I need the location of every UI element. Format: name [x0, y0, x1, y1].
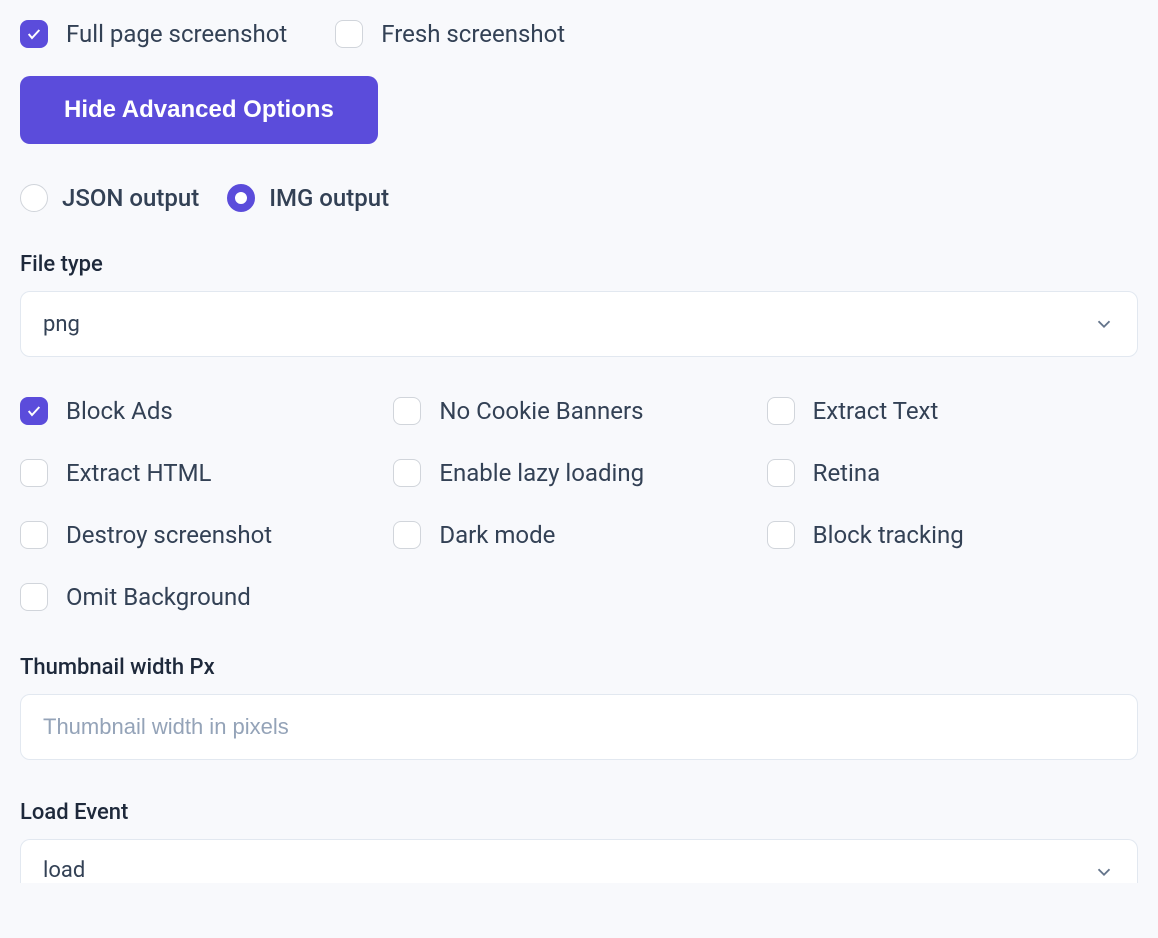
- enable-lazy-loading-option[interactable]: Enable lazy loading: [393, 459, 746, 487]
- extract-text-checkbox[interactable]: [767, 397, 795, 425]
- dark-mode-option[interactable]: Dark mode: [393, 521, 746, 549]
- omit-background-option[interactable]: Omit Background: [20, 583, 373, 611]
- extract-text-label: Extract Text: [813, 397, 939, 425]
- omit-background-checkbox[interactable]: [20, 583, 48, 611]
- extract-text-option[interactable]: Extract Text: [767, 397, 1120, 425]
- json-output-label: JSON output: [62, 184, 199, 212]
- load-event-section: Load Event load: [20, 800, 1138, 883]
- file-type-section: File type png: [20, 252, 1138, 357]
- file-type-select[interactable]: png: [20, 291, 1138, 357]
- destroy-screenshot-checkbox[interactable]: [20, 521, 48, 549]
- dark-mode-checkbox[interactable]: [393, 521, 421, 549]
- block-tracking-checkbox[interactable]: [767, 521, 795, 549]
- thumbnail-width-label: Thumbnail width Px: [20, 655, 1138, 680]
- extract-html-label: Extract HTML: [66, 459, 211, 487]
- block-ads-label: Block Ads: [66, 397, 173, 425]
- json-output-radio[interactable]: [20, 184, 48, 212]
- retina-label: Retina: [813, 459, 881, 487]
- no-cookie-banners-option[interactable]: No Cookie Banners: [393, 397, 746, 425]
- img-output-radio[interactable]: [227, 184, 255, 212]
- load-event-label: Load Event: [20, 800, 1138, 825]
- full-page-screenshot-option[interactable]: Full page screenshot: [20, 20, 287, 48]
- retina-checkbox[interactable]: [767, 459, 795, 487]
- block-ads-option[interactable]: Block Ads: [20, 397, 373, 425]
- file-type-label: File type: [20, 252, 1138, 277]
- extract-html-checkbox[interactable]: [20, 459, 48, 487]
- json-output-option[interactable]: JSON output: [20, 184, 199, 212]
- chevron-down-icon: [1093, 861, 1115, 883]
- fresh-screenshot-option[interactable]: Fresh screenshot: [335, 20, 565, 48]
- img-output-label: IMG output: [269, 184, 389, 212]
- check-icon: [26, 403, 42, 419]
- output-mode-row: JSON output IMG output: [20, 184, 1138, 212]
- dark-mode-label: Dark mode: [439, 521, 555, 549]
- full-page-screenshot-label: Full page screenshot: [66, 20, 287, 48]
- load-event-value: load: [43, 858, 85, 883]
- fresh-screenshot-checkbox[interactable]: [335, 20, 363, 48]
- file-type-value: png: [43, 312, 80, 337]
- omit-background-label: Omit Background: [66, 583, 251, 611]
- destroy-screenshot-label: Destroy screenshot: [66, 521, 272, 549]
- destroy-screenshot-option[interactable]: Destroy screenshot: [20, 521, 373, 549]
- no-cookie-banners-label: No Cookie Banners: [439, 397, 643, 425]
- chevron-down-icon: [1093, 313, 1115, 335]
- block-ads-checkbox[interactable]: [20, 397, 48, 425]
- enable-lazy-loading-checkbox[interactable]: [393, 459, 421, 487]
- no-cookie-banners-checkbox[interactable]: [393, 397, 421, 425]
- check-icon: [26, 26, 42, 42]
- hide-advanced-options-button[interactable]: Hide Advanced Options: [20, 76, 378, 144]
- retina-option[interactable]: Retina: [767, 459, 1120, 487]
- fresh-screenshot-label: Fresh screenshot: [381, 20, 565, 48]
- block-tracking-option[interactable]: Block tracking: [767, 521, 1120, 549]
- load-event-select[interactable]: load: [20, 839, 1138, 883]
- thumbnail-width-section: Thumbnail width Px: [20, 655, 1138, 760]
- extract-html-option[interactable]: Extract HTML: [20, 459, 373, 487]
- block-tracking-label: Block tracking: [813, 521, 964, 549]
- thumbnail-width-input[interactable]: [20, 694, 1138, 760]
- options-grid: Block Ads No Cookie Banners Extract Text…: [20, 397, 1120, 611]
- top-options-row: Full page screenshot Fresh screenshot: [20, 20, 1138, 48]
- enable-lazy-loading-label: Enable lazy loading: [439, 459, 644, 487]
- full-page-screenshot-checkbox[interactable]: [20, 20, 48, 48]
- img-output-option[interactable]: IMG output: [227, 184, 389, 212]
